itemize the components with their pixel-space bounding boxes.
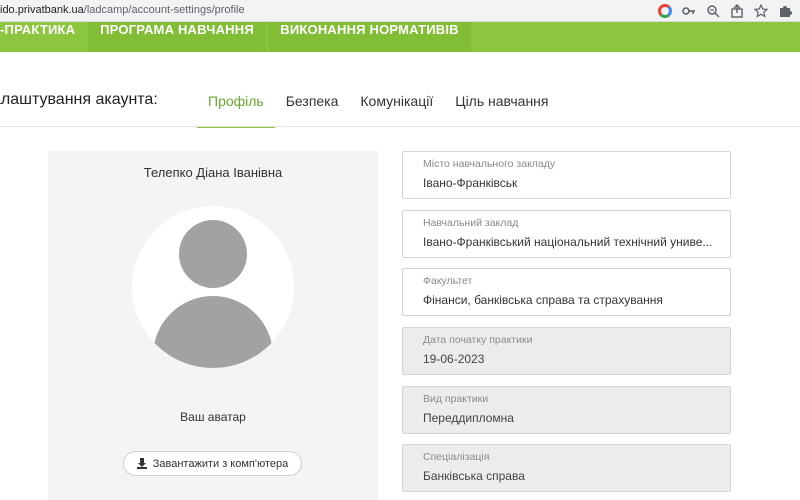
field-specialization: Спеціалізація Банківська справа	[402, 444, 731, 492]
download-icon	[136, 458, 147, 469]
field-label: Факультет	[423, 275, 473, 287]
field-value: Банківська справа	[423, 469, 525, 483]
main-navigation: -ПРАКТИКА ПРОГРАМА НАВЧАННЯ ВИКОНАННЯ НО…	[0, 22, 800, 52]
upload-avatar-label: Завантажити з комп'ютера	[152, 457, 289, 470]
avatar-placeholder-icon	[179, 220, 247, 288]
share-icon[interactable]	[729, 4, 744, 19]
settings-tabs: Профіль Безпека Комунікації Ціль навчанн…	[197, 84, 560, 128]
field-label: Вид практики	[423, 393, 489, 405]
field-value: Івано-Франківськ	[423, 176, 518, 190]
nav-item-standards[interactable]: ВИКОНАННЯ НОРМАТИВІВ	[268, 22, 471, 52]
tab-profile[interactable]: Профіль	[197, 84, 275, 128]
field-institution-city[interactable]: Місто навчального закладу Івано-Франківс…	[402, 151, 731, 199]
browser-address-bar[interactable]: ido.privatbank.ua/ladcamp/account-settin…	[0, 0, 800, 22]
field-label: Навчальний заклад	[423, 217, 519, 229]
field-label: Місто навчального закладу	[423, 158, 556, 170]
field-faculty[interactable]: Факультет Фінанси, банківська справа та …	[402, 268, 731, 316]
url-path: /ladcamp/account-settings/profile	[83, 4, 245, 16]
profile-name: Телепко Діана Іванівна	[143, 165, 283, 180]
browser-toolbar	[657, 2, 792, 20]
url-text[interactable]: ido.privatbank.ua/ladcamp/account-settin…	[0, 4, 245, 16]
tab-learning-goal[interactable]: Ціль навчання	[444, 84, 559, 128]
extension-icon[interactable]	[777, 4, 792, 19]
tab-security[interactable]: Безпека	[275, 84, 350, 128]
field-label: Спеціалізація	[423, 451, 490, 463]
avatar-label: Ваш аватар	[180, 410, 246, 424]
field-practice-type: Вид практики Переддипломна	[402, 386, 731, 434]
google-icon[interactable]	[657, 4, 672, 19]
nav-item-practice[interactable]: -ПРАКТИКА	[0, 22, 88, 52]
tab-communications[interactable]: Комунікації	[349, 84, 444, 128]
field-value: Фінанси, банківська справа та страхуванн…	[423, 293, 663, 307]
upload-avatar-button[interactable]: Завантажити з комп'ютера	[123, 451, 302, 476]
star-icon[interactable]	[753, 4, 768, 19]
field-value: Переддипломна	[423, 411, 514, 425]
header-divider	[0, 126, 800, 127]
field-practice-start-date: Дата початку практики 19-06-2023	[402, 327, 731, 375]
profile-card: Телепко Діана Іванівна Ваш аватар Завант…	[48, 151, 378, 500]
field-label: Дата початку практики	[423, 334, 533, 346]
avatar-body-shape	[153, 296, 273, 368]
field-value: 19-06-2023	[423, 352, 485, 366]
field-institution[interactable]: Навчальний заклад Івано-Франківський нац…	[402, 210, 731, 258]
field-value: Івано-Франківський національний технічни…	[423, 235, 713, 249]
key-icon[interactable]	[681, 4, 696, 19]
avatar[interactable]	[132, 206, 294, 368]
page-title: алаштування акаунта:	[0, 91, 158, 108]
url-host: ido.privatbank.ua	[0, 4, 84, 16]
nav-item-study-program[interactable]: ПРОГРАМА НАВЧАННЯ	[88, 22, 266, 52]
zoom-icon[interactable]	[705, 4, 720, 19]
